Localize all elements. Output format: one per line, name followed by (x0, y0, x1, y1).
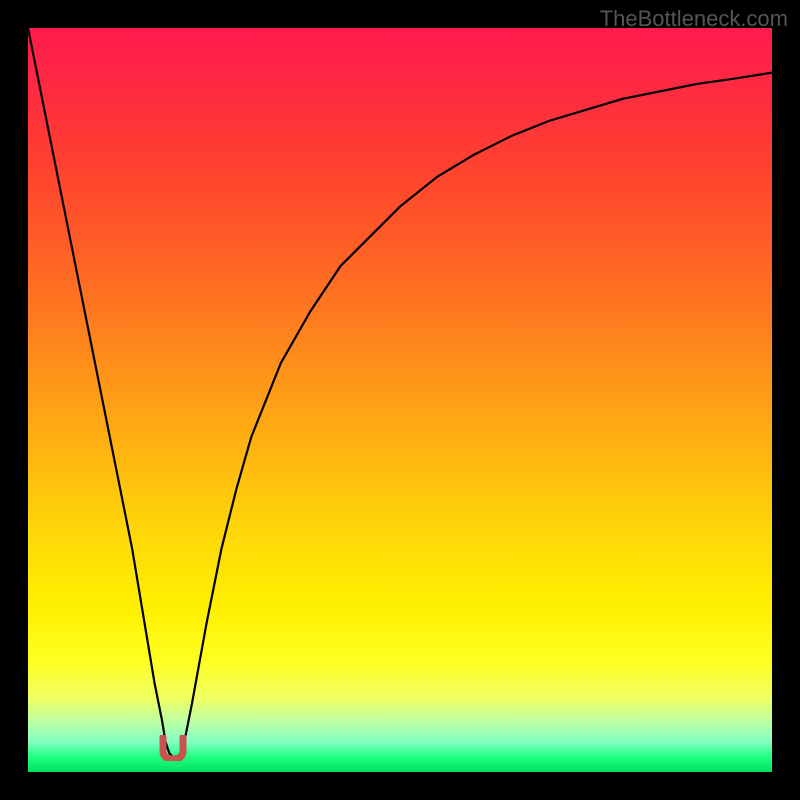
bottleneck-curve (28, 28, 772, 772)
watermark-text: TheBottleneck.com (600, 6, 788, 32)
plot-area (28, 28, 772, 772)
